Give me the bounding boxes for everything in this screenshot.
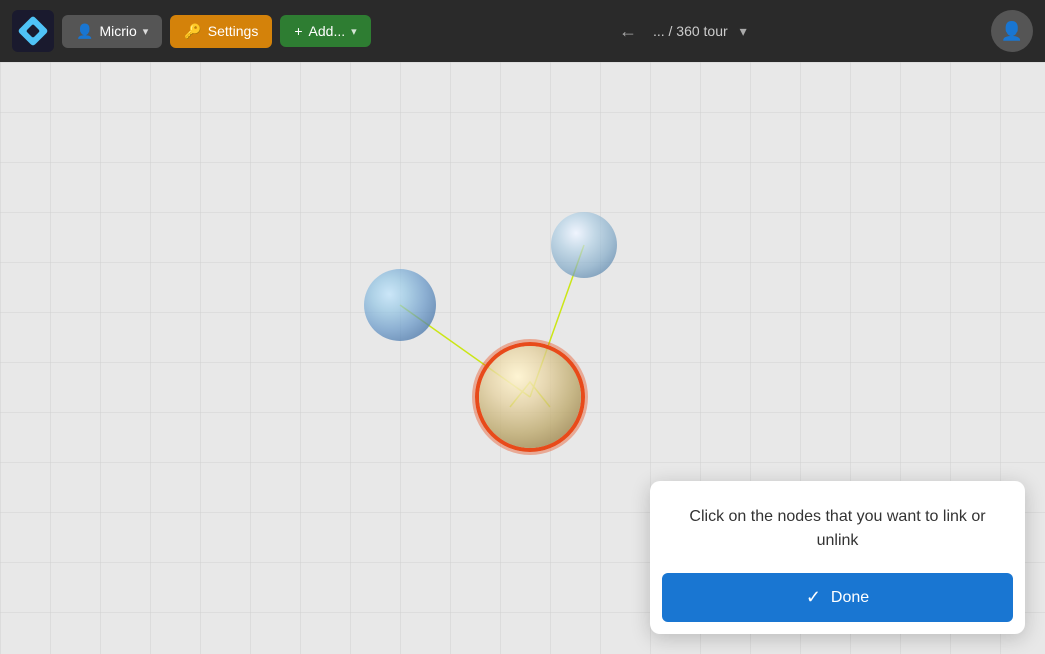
- user-icon: 👤: [76, 23, 93, 40]
- logo-button[interactable]: [12, 10, 54, 52]
- avatar-icon: 👤: [1001, 21, 1023, 42]
- tooltip-message: Click on the nodes that you want to link…: [650, 481, 1025, 573]
- logo-icon: [17, 15, 48, 46]
- node-center[interactable]: [475, 342, 585, 452]
- user-dropdown-arrow: ▾: [143, 25, 149, 38]
- add-dropdown-arrow: ▾: [351, 25, 357, 38]
- add-icon: +: [294, 23, 302, 39]
- node-right-sphere: [551, 212, 617, 278]
- add-label: Add...: [309, 23, 346, 39]
- checkmark-icon: ✓: [806, 587, 821, 608]
- app-header: 👤 Micrio ▾ 🔑 Settings + Add... ▾ ← ... /…: [0, 0, 1045, 62]
- add-button[interactable]: + Add... ▾: [280, 15, 370, 47]
- node-right[interactable]: [551, 212, 617, 278]
- canvas-area: Click on the nodes that you want to link…: [0, 62, 1045, 654]
- user-menu-button[interactable]: 👤 Micrio ▾: [62, 15, 162, 48]
- breadcrumb: ... / 360 tour: [653, 23, 728, 39]
- user-btn-label: Micrio: [99, 23, 136, 39]
- node-center-sphere: [479, 346, 581, 448]
- done-label: Done: [831, 589, 869, 607]
- settings-label: Settings: [208, 23, 259, 39]
- node-left[interactable]: [364, 269, 436, 341]
- breadcrumb-dropdown[interactable]: ▾: [736, 19, 751, 44]
- avatar-button[interactable]: 👤: [991, 10, 1033, 52]
- settings-button[interactable]: 🔑 Settings: [170, 15, 272, 48]
- done-button[interactable]: ✓ Done: [662, 573, 1013, 622]
- breadcrumb-area: ← ... / 360 tour ▾: [611, 17, 751, 46]
- back-button[interactable]: ←: [611, 17, 645, 46]
- node-left-sphere: [364, 269, 436, 341]
- tooltip-card: Click on the nodes that you want to link…: [650, 481, 1025, 634]
- settings-icon: 🔑: [184, 23, 201, 40]
